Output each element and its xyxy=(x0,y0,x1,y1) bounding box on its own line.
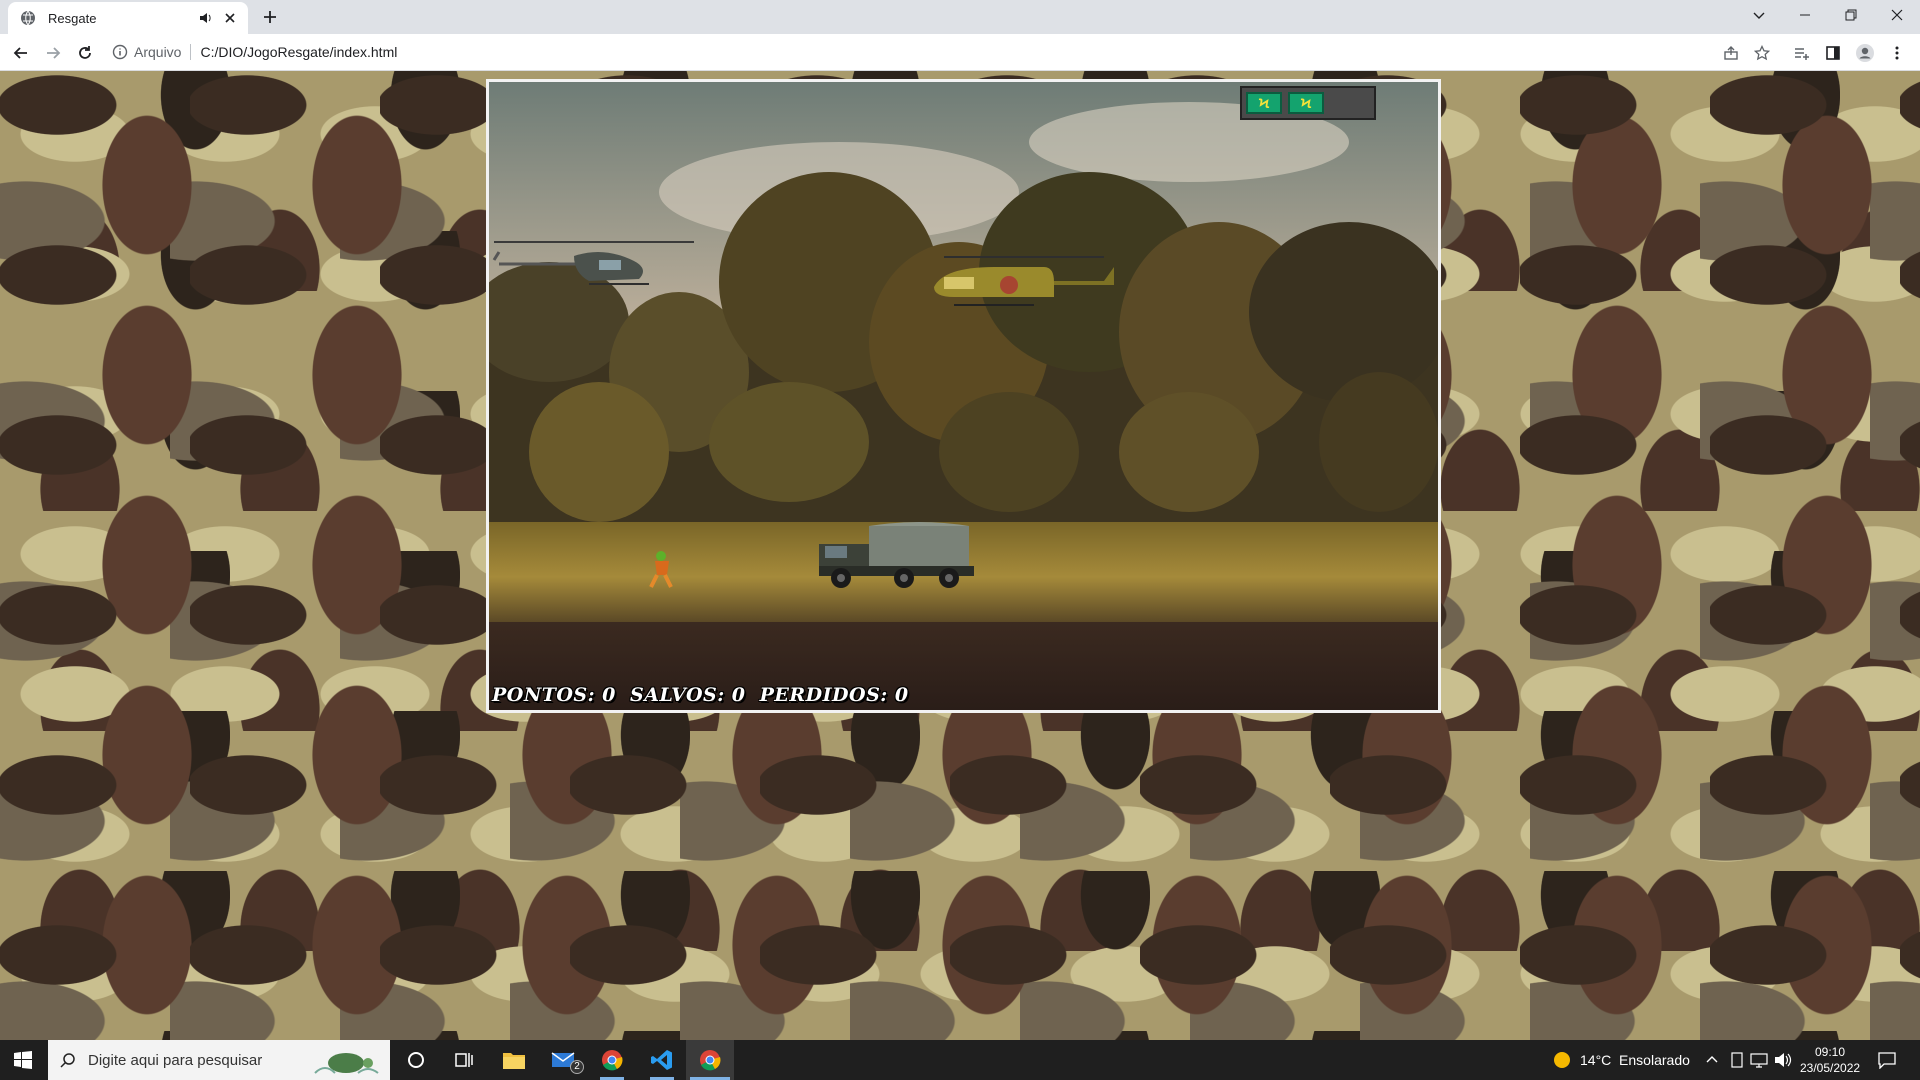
chrome-app[interactable] xyxy=(588,1040,636,1080)
volume-icon xyxy=(1775,1053,1792,1067)
tray-volume[interactable] xyxy=(1774,1040,1792,1080)
chrome-active-app[interactable] xyxy=(686,1040,734,1080)
back-button[interactable] xyxy=(8,40,34,66)
info-icon[interactable] xyxy=(112,44,128,60)
kebab-menu-icon xyxy=(1895,46,1899,60)
salvos-label: SALVOS: xyxy=(630,684,725,706)
search-icon xyxy=(60,1053,75,1068)
address-bar[interactable]: Arquivo C:/DIO/JogoResgate/index.html xyxy=(112,37,1802,67)
notification-icon xyxy=(1878,1052,1896,1069)
restore-button[interactable] xyxy=(1828,0,1874,30)
perdidos-label: PERDIDOS: xyxy=(759,684,888,706)
chrome-icon xyxy=(700,1050,721,1071)
clock-time: 09:10 xyxy=(1814,1045,1846,1059)
clock-date: 23/05/2022 xyxy=(1800,1061,1861,1075)
pontos-label: PONTOS: xyxy=(492,684,596,706)
menu-button[interactable] xyxy=(1886,42,1908,64)
file-explorer-app[interactable] xyxy=(490,1040,538,1080)
restore-icon xyxy=(1845,9,1857,21)
side-panel-icon xyxy=(1826,46,1840,60)
reading-list-button[interactable] xyxy=(1790,42,1812,64)
arrow-right-icon xyxy=(47,47,61,59)
share-button[interactable] xyxy=(1720,42,1742,64)
star-icon xyxy=(1754,45,1770,61)
minimize-icon xyxy=(1800,14,1810,16)
lightning-icon: Ϟ xyxy=(1300,95,1312,111)
camouflage-background: ϞϞ PONTOS: 0 SALVOS: 0 PERDIDOS: 0 xyxy=(0,71,1920,1040)
arrow-left-icon xyxy=(13,47,27,59)
speaker-icon[interactable] xyxy=(198,10,214,26)
windows-logo-icon xyxy=(14,1051,32,1069)
game-canvas[interactable]: ϞϞ PONTOS: 0 SALVOS: 0 PERDIDOS: 0 xyxy=(486,79,1441,713)
reading-list-icon xyxy=(1795,48,1809,60)
search-placeholder: Digite aqui para pesquisar xyxy=(88,1051,263,1069)
search-highlight-turtle-icon xyxy=(314,1053,379,1074)
tray-device-icon[interactable] xyxy=(1730,1040,1744,1080)
cortana-icon xyxy=(408,1052,424,1068)
vscode-icon xyxy=(651,1050,672,1070)
mail-badge: 2 xyxy=(570,1060,584,1074)
taskbar-search[interactable]: Digite aqui para pesquisar xyxy=(48,1040,390,1080)
avatar-icon xyxy=(1856,44,1874,62)
energy-cell: Ϟ xyxy=(1288,92,1324,114)
start-button[interactable] xyxy=(0,1040,46,1080)
tab-resgate[interactable]: Resgate xyxy=(8,2,248,34)
url-text[interactable]: C:/DIO/JogoResgate/index.html xyxy=(200,44,397,60)
share-icon xyxy=(1724,46,1738,60)
scoreboard: PONTOS: 0 SALVOS: 0 PERDIDOS: 0 xyxy=(492,684,916,706)
url-scheme-label: Arquivo xyxy=(134,44,182,60)
system-clock[interactable]: 09:10 23/05/2022 xyxy=(1800,1044,1860,1076)
vscode-app[interactable] xyxy=(638,1040,686,1080)
minimize-button[interactable] xyxy=(1782,0,1828,30)
perdidos-value: 0 xyxy=(894,684,909,706)
salvos-value: 0 xyxy=(731,684,746,706)
folder-icon xyxy=(503,1053,525,1069)
tab-title: Resgate xyxy=(48,10,97,26)
device-icon xyxy=(1731,1052,1743,1068)
chevron-up-icon xyxy=(1706,1056,1718,1063)
new-tab-button[interactable] xyxy=(258,5,282,29)
sun-icon xyxy=(1554,1052,1570,1068)
globe-icon xyxy=(21,10,35,26)
weather-text: 14°C Ensolarado xyxy=(1580,1052,1690,1068)
task-view-icon xyxy=(455,1053,473,1067)
close-window-button[interactable] xyxy=(1874,0,1920,30)
notifications-button[interactable] xyxy=(1878,1040,1896,1080)
tab-strip: Resgate xyxy=(0,0,1920,34)
bookmark-button[interactable] xyxy=(1751,42,1773,64)
game-scene xyxy=(489,82,1438,710)
chrome-icon xyxy=(602,1050,623,1071)
weather-widget[interactable]: 14°C Ensolarado xyxy=(1552,1040,1690,1080)
reload-button[interactable] xyxy=(72,40,98,66)
url-separator xyxy=(190,44,192,60)
tab-search-button[interactable] xyxy=(1736,0,1782,30)
tray-network[interactable] xyxy=(1750,1040,1768,1080)
reload-icon xyxy=(79,46,91,59)
cortana-button[interactable] xyxy=(392,1040,440,1080)
profile-button[interactable] xyxy=(1854,42,1876,64)
forward-button[interactable] xyxy=(40,40,66,66)
mail-app[interactable]: 2 xyxy=(540,1040,588,1080)
browser-toolbar: Arquivo C:/DIO/JogoResgate/index.html xyxy=(0,34,1920,71)
task-view-button[interactable] xyxy=(440,1040,488,1080)
tray-chevron[interactable] xyxy=(1705,1040,1719,1080)
taskbar: Digite aqui para pesquisar 2 14°C Ensola… xyxy=(0,1040,1920,1080)
close-tab-icon[interactable] xyxy=(222,10,238,26)
close-icon xyxy=(1891,9,1903,21)
lightning-icon: Ϟ xyxy=(1258,95,1270,111)
pontos-value: 0 xyxy=(602,684,616,706)
chevron-down-icon xyxy=(1753,12,1765,19)
energy-cell: Ϟ xyxy=(1246,92,1282,114)
side-panel-button[interactable] xyxy=(1822,42,1844,64)
network-icon xyxy=(1750,1053,1768,1068)
plus-icon xyxy=(264,11,276,23)
energy-bar: ϞϞ xyxy=(1240,86,1376,120)
